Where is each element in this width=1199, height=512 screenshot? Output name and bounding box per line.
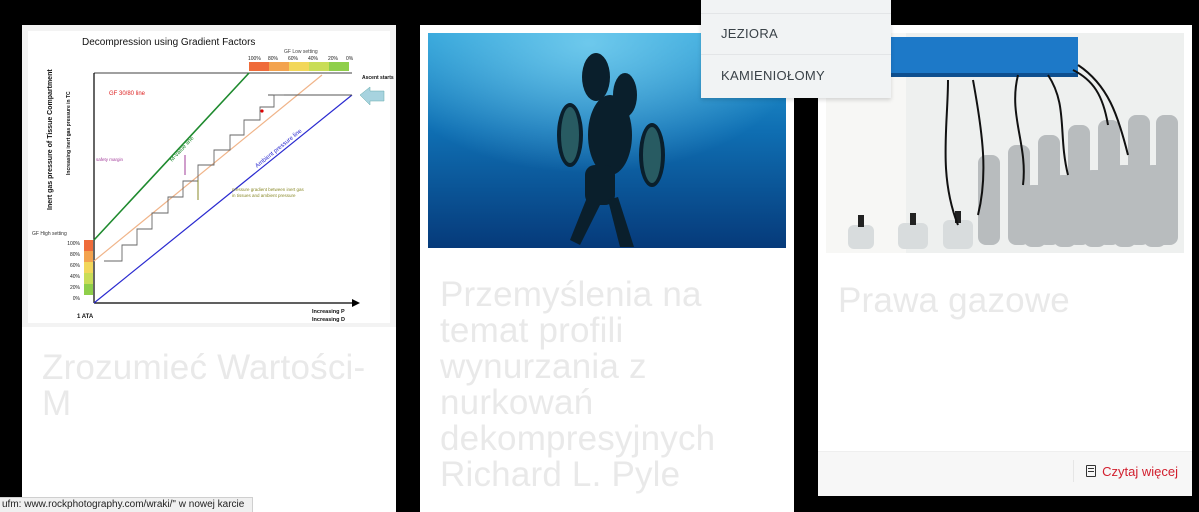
card-title[interactable]: Prawa gazowe — [838, 283, 1176, 319]
y-axis-label: Inert gas pressure of Tissue Compartment — [47, 69, 54, 210]
read-more-link[interactable]: Czytaj więcej — [1073, 460, 1178, 482]
x-axis-label: Increasing P — [312, 309, 345, 315]
top-pct-3: 40% — [308, 56, 319, 62]
gf-low-label: GF Low setting — [284, 49, 318, 55]
left-pct-3: 40% — [70, 274, 81, 280]
ascent-starts-label: Ascent starts — [362, 75, 394, 81]
article-card-pyle[interactable]: Przemyślenia na temat profili wynurzania… — [420, 25, 794, 512]
top-pct-1: 80% — [268, 56, 279, 62]
article-card-m-values[interactable]: Decompression using Gradient Factors GF … — [22, 25, 396, 512]
safety-margin-label: safety margin — [96, 157, 124, 162]
pressure-gradient-label: pressure gradient between inert gas in t… — [232, 187, 304, 198]
card-title[interactable]: Zrozumieć Wartości-M — [42, 350, 380, 422]
card-footer: Czytaj więcej — [818, 451, 1192, 496]
left-pct-0: 100% — [67, 241, 80, 247]
top-pct-0: 100% — [248, 56, 261, 62]
left-pct-1: 80% — [70, 252, 81, 258]
left-pct-4: 20% — [70, 285, 81, 291]
top-pct-2: 60% — [288, 56, 299, 62]
gf-line-label: GF 30/80 line — [109, 91, 146, 97]
gradient-factors-diagram[interactable]: Decompression using Gradient Factors GF … — [22, 25, 396, 327]
read-more-label: Czytaj więcej — [1102, 463, 1178, 479]
top-pct-5: 0% — [346, 56, 354, 62]
y-axis-label-2: Increasing inert gas pressure in TC — [66, 91, 72, 175]
diagram-title: Decompression using Gradient Factors — [82, 37, 255, 48]
link-status-bar: ufm: www.rockphotography.com/wraki/" w n… — [0, 497, 254, 512]
card-title[interactable]: Przemyślenia na temat profili wynurzania… — [440, 277, 778, 493]
left-pct-5: 0% — [73, 296, 81, 302]
nav-dropdown-menu: JEZIORA KAMIENIOŁOMY — [701, 0, 891, 98]
gradient-factors-svg: Decompression using Gradient Factors GF … — [28, 31, 394, 323]
ata-label: 1 ATA — [77, 314, 94, 320]
left-pct-2: 60% — [70, 263, 81, 269]
document-icon — [1086, 465, 1097, 477]
menu-item-jeziora[interactable]: JEZIORA — [701, 13, 891, 55]
gf-high-label: GF High setting — [32, 231, 67, 237]
top-pct-4: 20% — [328, 56, 339, 62]
menu-item-kamienioly[interactable]: KAMIENIOŁOMY — [701, 55, 891, 97]
x-axis-label-2: Increasing D — [312, 317, 345, 323]
